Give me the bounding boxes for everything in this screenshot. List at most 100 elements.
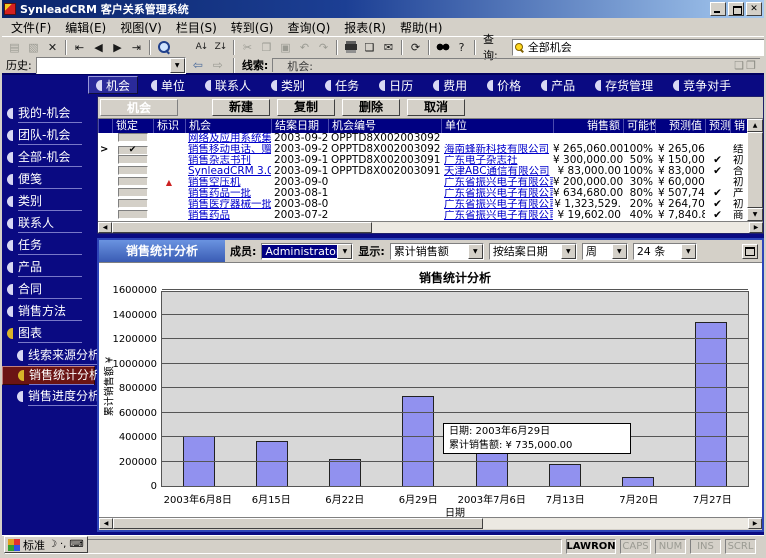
opportunity-link[interactable]: 网络及应用系统集成 — [188, 133, 271, 144]
opportunity-link[interactable]: SynleadCRM 3.0 — [188, 166, 271, 177]
count-combobox[interactable]: 24 条 ▼ — [633, 243, 697, 260]
table-horizontal-scrollbar[interactable]: ◀ ▶ — [98, 221, 763, 233]
period-combobox[interactable]: 周 ▼ — [582, 243, 628, 260]
sidebar-item-6[interactable]: 联系人 — [2, 212, 97, 234]
opportunity-link[interactable]: 销售药品 — [188, 210, 230, 221]
display-dropdown-icon[interactable]: ▼ — [468, 244, 483, 259]
print-icon[interactable] — [341, 39, 360, 56]
query-combobox[interactable]: 全部机会 ▼ — [512, 39, 766, 56]
table-row[interactable]: 销售药品一批2003-08-11广东省振兴电子有限公司¥ 634,680.008… — [98, 188, 747, 199]
sidebar-item-3[interactable]: 全部-机会 — [2, 146, 97, 168]
delete-record-icon[interactable]: ✕ — [43, 39, 62, 56]
bar[interactable] — [329, 459, 361, 486]
delete-button[interactable]: 删除 — [342, 99, 400, 116]
bar[interactable] — [549, 464, 581, 486]
menu-item-query[interactable]: 查询(Q) — [280, 18, 337, 37]
print-grid-icon[interactable]: ❏ — [734, 59, 744, 72]
sort-ascending-icon[interactable]: A↓ — [192, 39, 211, 56]
unit-link[interactable]: 海南蜂新科技有限公司 — [444, 144, 549, 155]
restore-icon[interactable] — [728, 2, 744, 16]
ime-keyboard-icon[interactable]: ⌨ — [69, 539, 83, 551]
sidebar-item-12[interactable]: 线索来源分析 — [2, 344, 97, 366]
lock-checkbox[interactable] — [118, 166, 148, 175]
sidebar-item-2[interactable]: 团队-机会 — [2, 124, 97, 146]
new-button[interactable]: 新建 — [212, 99, 270, 116]
tab-8[interactable]: 价格 — [480, 76, 528, 94]
unit-link[interactable]: 广东省振兴电子有限公司 — [444, 210, 553, 221]
tab-4[interactable]: 类别 — [264, 76, 312, 94]
view-zoom-icon[interactable] — [173, 39, 192, 56]
scroll-down-icon[interactable]: ▼ — [747, 208, 763, 221]
history-dropdown-icon[interactable]: ▼ — [170, 58, 185, 73]
menu-item-columns[interactable]: 栏目(S) — [169, 18, 224, 37]
lock-checkbox[interactable] — [118, 210, 148, 219]
sidebar-item-5[interactable]: 类别 — [2, 190, 97, 212]
scrollbar-thumb[interactable] — [747, 132, 763, 208]
lock-checkbox[interactable]: ✔ — [118, 146, 148, 155]
menu-item-report[interactable]: 报表(R) — [337, 18, 393, 37]
scrollbar-thumb[interactable] — [112, 222, 372, 233]
menu-item-edit[interactable]: 编辑(E) — [58, 18, 113, 37]
preview-grid-icon[interactable]: ❐ — [746, 59, 756, 72]
cancel-button[interactable]: 取消 — [407, 99, 465, 116]
opportunity-link[interactable]: 销售空压机 — [188, 177, 241, 188]
table-vertical-scrollbar[interactable]: ▲ ▼ — [747, 119, 763, 221]
minimize-icon[interactable] — [710, 2, 726, 16]
scroll-left-icon[interactable]: ◀ — [98, 222, 112, 233]
refresh-icon[interactable]: ⟳ — [406, 39, 425, 56]
bar[interactable] — [402, 396, 434, 486]
tab-9[interactable]: 产品 — [534, 76, 582, 94]
prev-record-icon[interactable]: ◀ — [89, 39, 108, 56]
binoculars-find-icon[interactable] — [433, 39, 452, 56]
group-by-dropdown-icon[interactable]: ▼ — [561, 244, 576, 259]
tab-6[interactable]: 日历 — [372, 76, 420, 94]
next-record-icon[interactable]: ▶ — [108, 39, 127, 56]
member-dropdown-icon[interactable]: ▼ — [337, 244, 352, 259]
opportunity-link[interactable]: 销售移动电话、赠送 — [188, 144, 271, 155]
display-combobox[interactable]: 累计销售额 ▼ — [390, 243, 484, 260]
menu-item-view[interactable]: 视图(V) — [113, 18, 169, 37]
sidebar-item-13[interactable]: 销售统计分析 — [2, 366, 95, 385]
export-icon[interactable]: ❑ — [360, 39, 379, 56]
close-icon[interactable]: ✕ — [746, 2, 762, 16]
opportunity-link[interactable]: 销售杂志书刊 — [188, 155, 251, 166]
tab-5[interactable]: 任务 — [318, 76, 366, 94]
copy-button[interactable]: 复制 — [277, 99, 335, 116]
count-dropdown-icon[interactable]: ▼ — [681, 244, 696, 259]
first-record-icon[interactable]: ⇤ — [70, 39, 89, 56]
period-dropdown-icon[interactable]: ▼ — [612, 244, 627, 259]
unit-link[interactable]: 广东省振兴电子有限公司 — [444, 177, 553, 188]
opportunity-link[interactable]: 销售医疗器械一批 — [188, 199, 271, 210]
table-row[interactable]: 销售杂志书刊2003-09-16OPPTD8X0020030916001广东电子… — [98, 155, 747, 166]
chart-horizontal-scrollbar[interactable]: ◀ ▶ — [99, 517, 762, 529]
send-mail-icon[interactable]: ✉ — [379, 39, 398, 56]
lock-checkbox[interactable] — [118, 177, 148, 186]
find-record-icon[interactable] — [154, 39, 173, 56]
tab-11[interactable]: 竞争对手 — [666, 76, 738, 94]
ime-mode-label[interactable]: 标准 — [23, 537, 45, 553]
ime-fullhalf-moon-icon[interactable]: ☽ — [48, 539, 57, 551]
lock-checkbox[interactable] — [118, 155, 148, 164]
lock-checkbox[interactable] — [118, 133, 148, 142]
tab-7[interactable]: 费用 — [426, 76, 474, 94]
sidebar-item-10[interactable]: 销售方法 — [2, 300, 97, 322]
unit-link[interactable]: 广东电子杂志社 — [444, 155, 518, 166]
sort-descending-icon[interactable]: Z↓ — [211, 39, 230, 56]
ime-punctuation-icon[interactable]: ·, — [60, 539, 66, 551]
table-row[interactable]: 销售药品2003-07-28广东省振兴电子有限公司¥ 19,602.0040%¥… — [98, 210, 747, 221]
chart-maximize-icon[interactable] — [742, 244, 758, 259]
scroll-up-icon[interactable]: ▲ — [747, 119, 763, 132]
last-record-icon[interactable]: ⇥ — [127, 39, 146, 56]
history-back-icon[interactable]: ⇦ — [190, 58, 206, 72]
member-combobox[interactable]: Administrator ▼ — [261, 243, 353, 260]
ime-logo-icon[interactable] — [8, 539, 20, 551]
sidebar-item-9[interactable]: 合同 — [2, 278, 97, 300]
lock-checkbox[interactable] — [118, 199, 148, 208]
bar[interactable] — [622, 477, 654, 486]
table-row[interactable]: SynleadCRM 3.02003-09-16OPPTD8X002003091… — [98, 166, 747, 177]
menu-item-help[interactable]: 帮助(H) — [393, 18, 449, 37]
context-help-icon[interactable]: ? — [452, 39, 471, 56]
sidebar-item-7[interactable]: 任务 — [2, 234, 97, 256]
table-row[interactable]: 网络及应用系统集成2003-09-23OPPTD8X0020030923001 — [98, 133, 747, 144]
sidebar-item-11[interactable]: 图表 — [2, 322, 97, 344]
